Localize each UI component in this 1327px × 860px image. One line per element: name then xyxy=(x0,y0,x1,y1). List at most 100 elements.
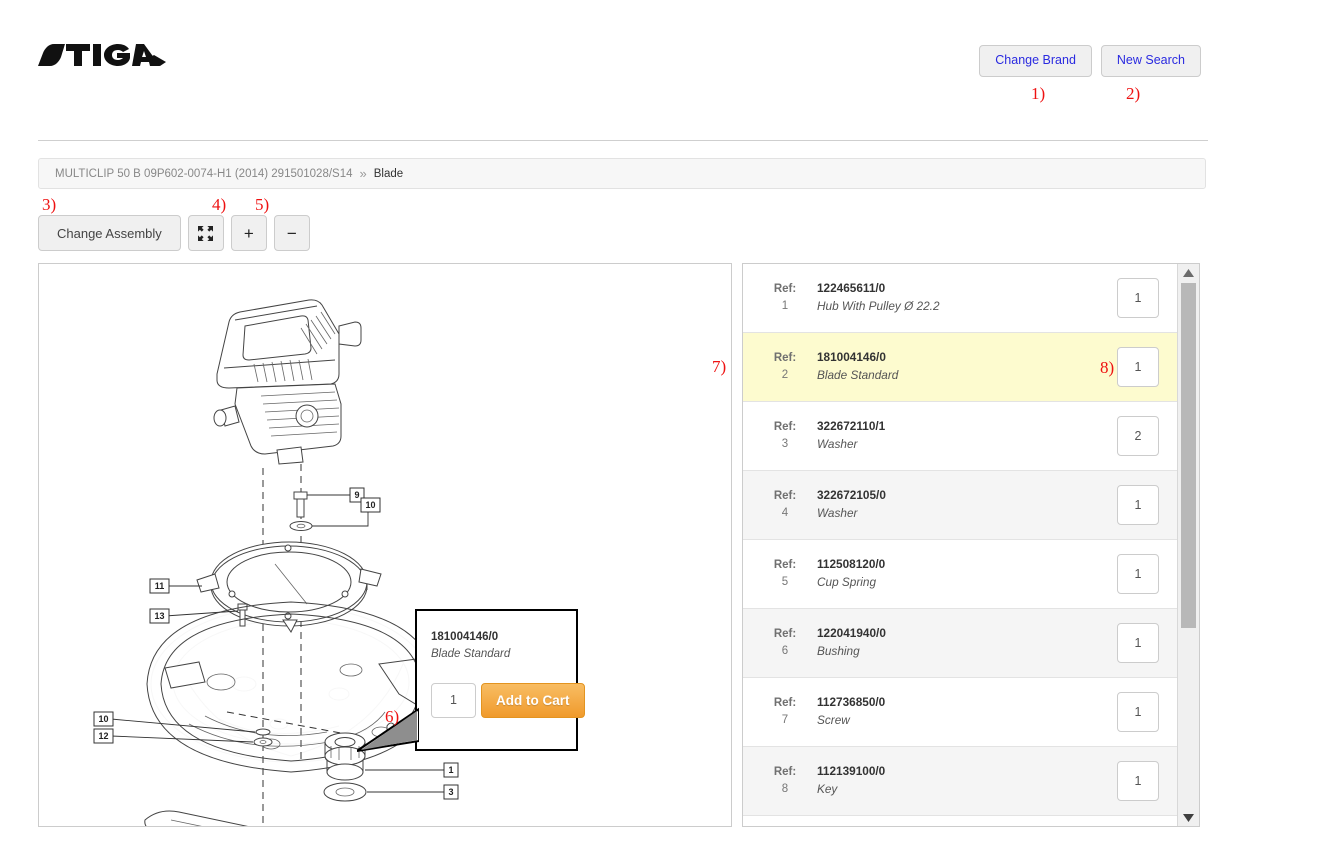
ref-cell: Ref: 7 xyxy=(759,695,811,728)
breadcrumb-parent[interactable]: MULTICLIP 50 B 09P602-0074-H1 (2014) 291… xyxy=(55,168,353,180)
part-code: 122041940/0 xyxy=(817,625,1117,643)
ref-label: Ref: xyxy=(759,419,811,436)
callout-11: 11 xyxy=(155,581,165,591)
part-code: 112736850/0 xyxy=(817,694,1117,712)
annotation-3: 3) xyxy=(42,195,56,215)
annotation-7: 7) xyxy=(712,357,726,377)
part-detail-popup[interactable]: 181004146/0 Blade Standard Add to Cart xyxy=(415,609,578,751)
ref-cell: Ref: 6 xyxy=(759,626,811,659)
breadcrumb[interactable]: MULTICLIP 50 B 09P602-0074-H1 (2014) 291… xyxy=(38,158,1206,189)
part-description: Cup Spring xyxy=(817,574,1117,592)
minus-icon: − xyxy=(287,225,297,242)
ref-label: Ref: xyxy=(759,350,811,367)
table-row[interactable]: Ref: 3 322672110/1 Washer 2 xyxy=(743,402,1177,471)
diagram-toolbar: Change Assembly + − xyxy=(38,215,310,251)
breadcrumb-separator-icon: » xyxy=(360,166,367,181)
part-code: 112508120/0 xyxy=(817,556,1117,574)
part-code: 322672110/1 xyxy=(817,418,1117,436)
part-description: Washer xyxy=(817,436,1117,454)
annotation-4: 4) xyxy=(212,195,226,215)
parts-list-scrollbar[interactable] xyxy=(1177,264,1199,826)
ref-number: 6 xyxy=(759,643,811,660)
breadcrumb-current: Blade xyxy=(374,168,403,180)
triangle-up-icon xyxy=(1183,264,1194,282)
annotation-6: 6) xyxy=(385,707,399,727)
annotation-8: 8) xyxy=(1100,358,1114,378)
part-code: 322672105/0 xyxy=(817,487,1117,505)
triangle-down-icon xyxy=(1183,809,1194,827)
scroll-up-button[interactable] xyxy=(1178,264,1199,281)
popup-cart-row: Add to Cart xyxy=(431,683,576,718)
ref-number: 2 xyxy=(759,367,811,384)
quantity-input[interactable]: 1 xyxy=(1117,623,1159,663)
table-row[interactable]: Ref: 5 112508120/0 Cup Spring 1 xyxy=(743,540,1177,609)
ref-cell: Ref: 8 xyxy=(759,764,811,797)
part-code: 122465611/0 xyxy=(817,280,1117,298)
parts-list[interactable]: Ref: 1 122465611/0 Hub With Pulley Ø 22.… xyxy=(743,264,1177,826)
part-description: Screw xyxy=(817,712,1117,730)
change-assembly-button[interactable]: Change Assembly xyxy=(38,215,181,251)
ref-cell: Ref: 5 xyxy=(759,557,811,590)
part-description: Key xyxy=(817,781,1117,799)
callout-10: 10 xyxy=(365,500,375,510)
stiga-wordmark-logo xyxy=(38,38,178,72)
scroll-thumb[interactable] xyxy=(1181,283,1196,628)
quantity-input[interactable]: 1 xyxy=(1117,347,1159,387)
part-cell: 122465611/0 Hub With Pulley Ø 22.2 xyxy=(811,280,1117,315)
expand-arrows-icon xyxy=(198,226,213,241)
table-row[interactable]: Ref: 6 122041940/0 Bushing 1 xyxy=(743,609,1177,678)
page-header: Change Brand New Search 1) 2) xyxy=(0,0,1327,140)
ref-number: 4 xyxy=(759,505,811,522)
quantity-input[interactable]: 1 xyxy=(1117,761,1159,801)
quantity-input[interactable]: 1 xyxy=(1117,554,1159,594)
scroll-down-button[interactable] xyxy=(1178,809,1199,826)
new-search-button[interactable]: New Search xyxy=(1101,45,1201,77)
callout-3-upper: 3 xyxy=(448,787,453,797)
part-description: Bushing xyxy=(817,643,1117,661)
table-row[interactable]: Ref: 7 112736850/0 Screw 1 xyxy=(743,678,1177,747)
callout-9: 9 xyxy=(354,490,359,500)
header-divider xyxy=(38,140,1208,141)
ref-cell: Ref: 4 xyxy=(759,488,811,521)
ref-number: 1 xyxy=(759,298,811,315)
part-cell: 112736850/0 Screw xyxy=(811,694,1117,729)
zoom-out-button[interactable]: − xyxy=(274,215,310,251)
part-description: Blade Standard xyxy=(817,367,1117,385)
annotation-1: 1) xyxy=(1031,84,1045,104)
quantity-input[interactable]: 1 xyxy=(1117,485,1159,525)
annotation-2: 2) xyxy=(1126,84,1140,104)
ref-label: Ref: xyxy=(759,764,811,781)
table-row[interactable]: Ref: 4 322672105/0 Washer 1 xyxy=(743,471,1177,540)
annotation-5: 5) xyxy=(255,195,269,215)
table-row[interactable]: Ref: 8 112139100/0 Key 1 xyxy=(743,747,1177,816)
ref-label: Ref: xyxy=(759,488,811,505)
part-cell: 122041940/0 Bushing xyxy=(811,625,1117,660)
popup-quantity-input[interactable] xyxy=(431,683,476,718)
fullscreen-button[interactable] xyxy=(188,215,224,251)
callout-1: 1 xyxy=(448,765,453,775)
ref-cell: Ref: 3 xyxy=(759,419,811,452)
callout-10b: 10 xyxy=(98,714,108,724)
ref-number: 5 xyxy=(759,574,811,591)
quantity-input[interactable]: 1 xyxy=(1117,278,1159,318)
popup-part-description: Blade Standard xyxy=(431,646,576,663)
quantity-input[interactable]: 2 xyxy=(1117,416,1159,456)
callout-12: 12 xyxy=(98,731,108,741)
change-brand-button[interactable]: Change Brand xyxy=(979,45,1092,77)
header-actions: Change Brand New Search xyxy=(979,45,1201,77)
ref-label: Ref: xyxy=(759,626,811,643)
popup-part-code: 181004146/0 xyxy=(431,629,576,646)
parts-list-panel[interactable]: Ref: 1 122465611/0 Hub With Pulley Ø 22.… xyxy=(742,263,1200,827)
ref-label: Ref: xyxy=(759,281,811,298)
part-code: 112139100/0 xyxy=(817,763,1117,781)
zoom-in-button[interactable]: + xyxy=(231,215,267,251)
part-cell: 322672105/0 Washer xyxy=(811,487,1117,522)
ref-cell: Ref: 2 xyxy=(759,350,811,383)
quantity-input[interactable]: 1 xyxy=(1117,692,1159,732)
add-to-cart-button[interactable]: Add to Cart xyxy=(481,683,585,718)
part-cell: 181004146/0 Blade Standard xyxy=(811,349,1117,384)
ref-label: Ref: xyxy=(759,557,811,574)
ref-label: Ref: xyxy=(759,695,811,712)
table-row[interactable]: Ref: 1 122465611/0 Hub With Pulley Ø 22.… xyxy=(743,264,1177,333)
table-row[interactable] xyxy=(743,816,1177,826)
